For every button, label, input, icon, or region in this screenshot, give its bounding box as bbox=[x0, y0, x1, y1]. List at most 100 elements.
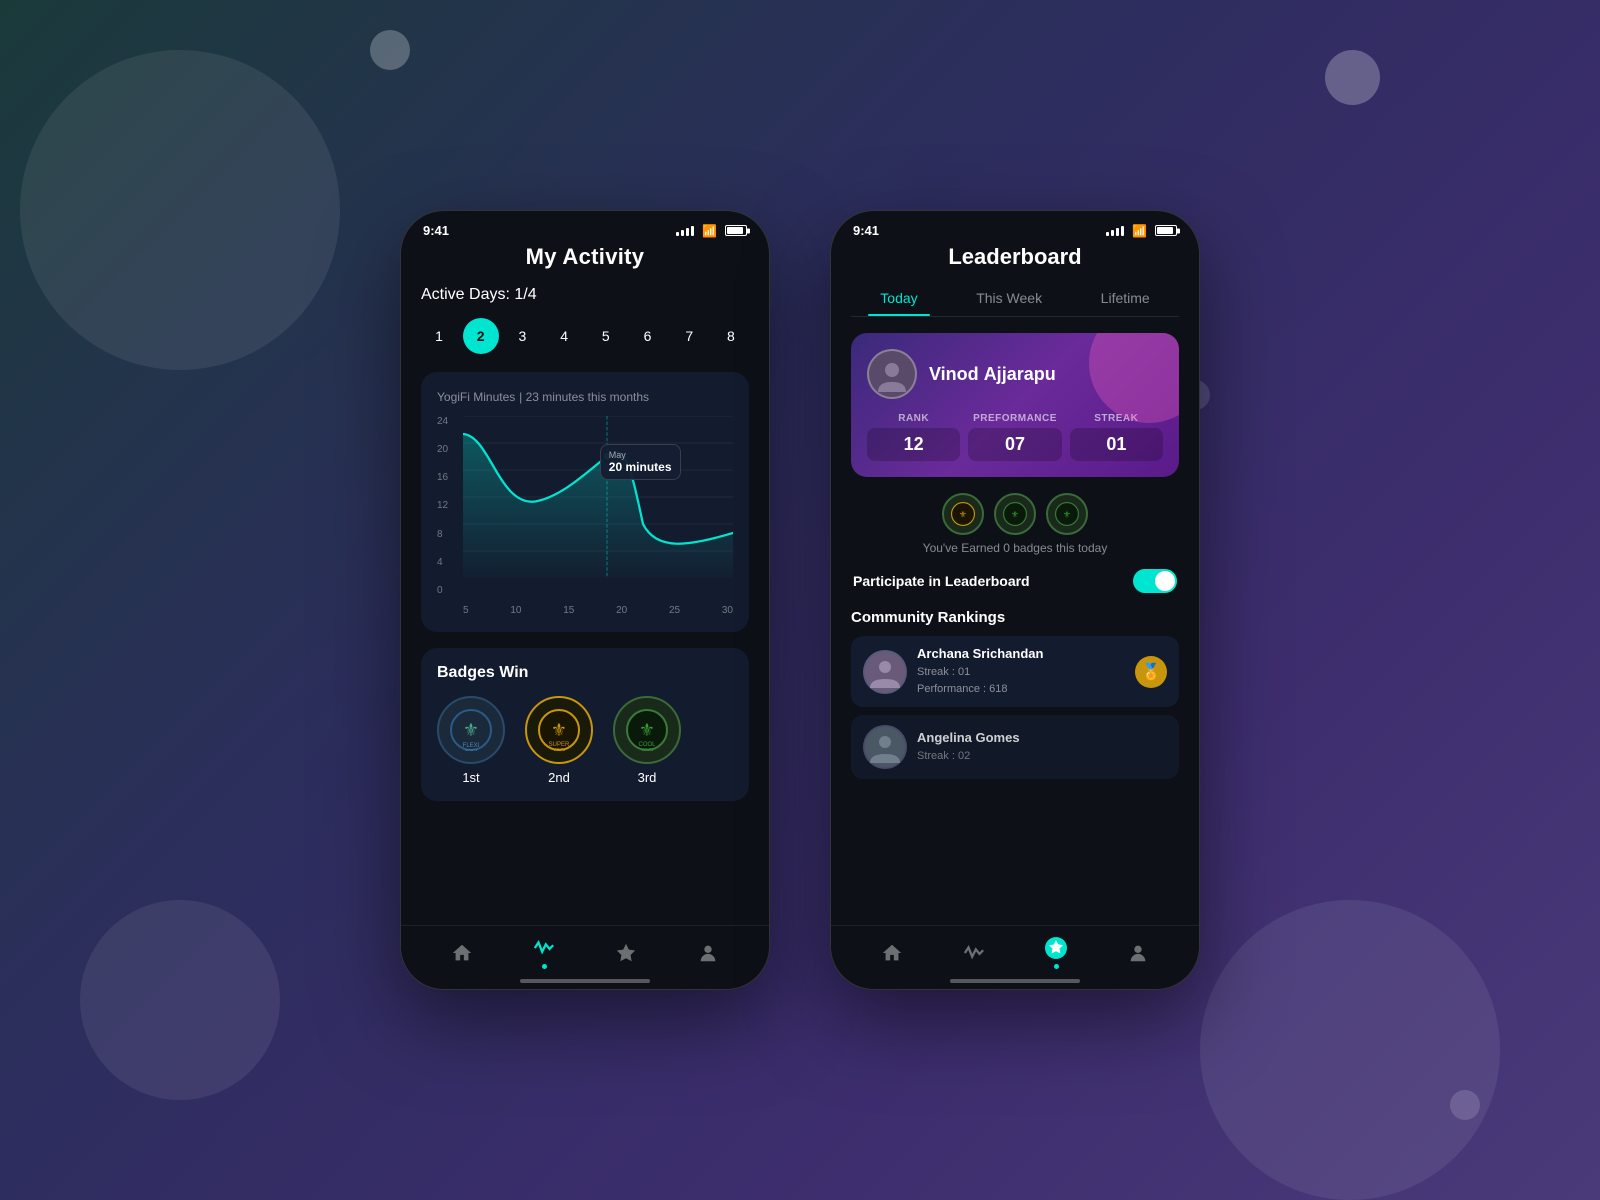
activity-icon-right bbox=[962, 941, 986, 965]
bg-decoration-1 bbox=[20, 50, 340, 370]
time-right: 9:41 bbox=[853, 223, 879, 238]
ranking-stats-1: Streak : 01 Performance : 618 bbox=[917, 664, 1125, 697]
signal-icon-right bbox=[1106, 226, 1124, 236]
svg-text:⚜: ⚜ bbox=[463, 720, 479, 740]
tabs-row: Today This Week Lifetime bbox=[851, 284, 1179, 317]
badge-2nd-icon: ⚜ SUPER YOGI bbox=[538, 709, 580, 751]
day-4[interactable]: 4 bbox=[546, 318, 582, 354]
day-6[interactable]: 6 bbox=[630, 318, 666, 354]
stat-performance: PREFORMANCE 07 bbox=[968, 413, 1061, 461]
x-axis: 5 10 15 20 25 30 bbox=[463, 605, 733, 616]
activity-icon-left bbox=[532, 936, 556, 960]
active-days-label: Active Days: 1/4 bbox=[421, 286, 749, 304]
stat-streak: STREAK 01 bbox=[1070, 413, 1163, 461]
user-name-container: Vinod Ajjarapu bbox=[929, 364, 1056, 385]
day-3[interactable]: 3 bbox=[504, 318, 540, 354]
nav-indicator-right bbox=[1054, 964, 1059, 969]
ranking-info-1: Archana Srichandan Streak : 01 Performan… bbox=[917, 646, 1125, 697]
badge-2nd: ⚜ SUPER YOGI 2nd bbox=[525, 696, 593, 785]
svg-text:YOGI: YOGI bbox=[465, 749, 478, 751]
status-bar-right: 9:41 📶 bbox=[831, 211, 1199, 244]
phone-right: 9:41 📶 Leaderboard Today bbox=[830, 210, 1200, 990]
badges-icon-left bbox=[614, 941, 638, 965]
nav-badges-right[interactable] bbox=[1044, 936, 1068, 969]
signal-icon-left bbox=[676, 226, 694, 236]
badge-3rd-label: 3rd bbox=[638, 770, 657, 785]
ranking-avatar-1 bbox=[863, 650, 907, 694]
ranking-item-2: Angelina Gomes Streak : 02 bbox=[851, 715, 1179, 779]
badge-1st: ⚜ FLEXI YOGI 1st bbox=[437, 696, 505, 785]
badges-title: Badges Win bbox=[437, 664, 733, 682]
svg-text:⚜: ⚜ bbox=[1011, 509, 1019, 519]
badge-2nd-label: 2nd bbox=[548, 770, 570, 785]
badge-1st-icon: ⚜ FLEXI YOGI bbox=[450, 709, 492, 751]
badge-1st-circle: ⚜ FLEXI YOGI bbox=[437, 696, 505, 764]
right-content: Leaderboard Today This Week Lifetime bbox=[831, 244, 1199, 787]
ranking-info-2: Angelina Gomes Streak : 02 bbox=[917, 730, 1167, 765]
page-title-left: My Activity bbox=[421, 244, 749, 270]
user-avatar bbox=[867, 349, 917, 399]
chart-svg bbox=[463, 416, 733, 578]
stat-rank: RANK 12 bbox=[867, 413, 960, 461]
wifi-icon-right: 📶 bbox=[1132, 224, 1147, 238]
tab-this-week[interactable]: This Week bbox=[964, 284, 1054, 316]
earned-badge-1: ⚜ bbox=[942, 493, 984, 535]
svg-text:⚜: ⚜ bbox=[639, 720, 655, 740]
day-2[interactable]: 2 bbox=[463, 318, 499, 354]
day-1[interactable]: 1 bbox=[421, 318, 457, 354]
badges-card: Badges Win ⚜ FLEXI YOGI 1st bbox=[421, 648, 749, 801]
ranking-name-1: Archana Srichandan bbox=[917, 646, 1125, 661]
left-content: My Activity Active Days: 1/4 1 2 3 4 5 bbox=[401, 244, 769, 815]
chart-card: YogiFi Minutes | 23 minutes this months … bbox=[421, 372, 749, 632]
nav-indicator-left bbox=[542, 964, 547, 969]
badge-2nd-circle: ⚜ SUPER YOGI bbox=[525, 696, 593, 764]
day-7[interactable]: 7 bbox=[671, 318, 707, 354]
badge-3rd-circle: ⚜ COOL YOGI bbox=[613, 696, 681, 764]
nav-activity-right[interactable] bbox=[962, 941, 986, 965]
badge-3rd: ⚜ COOL YOGI 3rd bbox=[613, 696, 681, 785]
nav-profile-left[interactable] bbox=[696, 941, 720, 965]
badge-1st-label: 1st bbox=[462, 770, 479, 785]
profile-icon-left bbox=[696, 941, 720, 965]
day-8[interactable]: 8 bbox=[713, 318, 749, 354]
time-left: 9:41 bbox=[423, 223, 449, 238]
user-card: Vinod Ajjarapu RANK 12 PREFORMANCE 07 bbox=[851, 333, 1179, 477]
svg-text:⚜: ⚜ bbox=[959, 509, 967, 519]
community-title: Community Rankings bbox=[851, 609, 1179, 626]
ranking-stats-2: Streak : 02 bbox=[917, 748, 1167, 765]
badges-row: ⚜ FLEXI YOGI 1st ⚜ bbox=[437, 696, 733, 785]
nav-activity-left[interactable] bbox=[532, 936, 556, 969]
home-icon-right bbox=[880, 941, 904, 965]
nav-home-left[interactable] bbox=[450, 941, 474, 965]
profile-icon-right bbox=[1126, 941, 1150, 965]
user-name: Vinod Ajjarapu bbox=[929, 364, 1056, 385]
stats-grid: RANK 12 PREFORMANCE 07 STREAK 01 bbox=[867, 413, 1163, 461]
badges-icons-row: ⚜ ⚜ ⚜ bbox=[851, 493, 1179, 535]
leaderboard-toggle[interactable] bbox=[1133, 569, 1177, 593]
toggle-label: Participate in Leaderboard bbox=[853, 573, 1030, 589]
ranking-name-2: Angelina Gomes bbox=[917, 730, 1167, 745]
nav-profile-right[interactable] bbox=[1126, 941, 1150, 965]
svg-text:YOGI: YOGI bbox=[641, 748, 654, 751]
page-title-right: Leaderboard bbox=[851, 244, 1179, 270]
tab-today[interactable]: Today bbox=[868, 284, 929, 316]
earned-badge-2: ⚜ bbox=[994, 493, 1036, 535]
badges-earned: ⚜ ⚜ ⚜ bbox=[851, 493, 1179, 555]
phones-container: 9:41 📶 My Activity Active Days: 1/4 bbox=[400, 210, 1200, 990]
battery-icon-right bbox=[1155, 225, 1177, 236]
wifi-icon-left: 📶 bbox=[702, 224, 717, 238]
nav-home-right[interactable] bbox=[880, 941, 904, 965]
nav-badges-left[interactable] bbox=[614, 941, 638, 965]
home-icon-left bbox=[450, 941, 474, 965]
battery-icon-left bbox=[725, 225, 747, 236]
status-icons-left: 📶 bbox=[676, 224, 747, 238]
y-axis: 24 20 16 12 8 4 0 bbox=[437, 416, 459, 596]
user-info: Vinod Ajjarapu bbox=[867, 349, 1163, 399]
toggle-row: Participate in Leaderboard bbox=[851, 569, 1179, 593]
tab-lifetime[interactable]: Lifetime bbox=[1089, 284, 1162, 316]
badges-earned-text: You've Earned 0 badges this today bbox=[851, 541, 1179, 555]
bg-decoration-2 bbox=[370, 30, 410, 70]
days-row: 1 2 3 4 5 6 7 bbox=[421, 318, 749, 354]
svg-text:YOGI: YOGI bbox=[553, 748, 566, 751]
day-5[interactable]: 5 bbox=[588, 318, 624, 354]
